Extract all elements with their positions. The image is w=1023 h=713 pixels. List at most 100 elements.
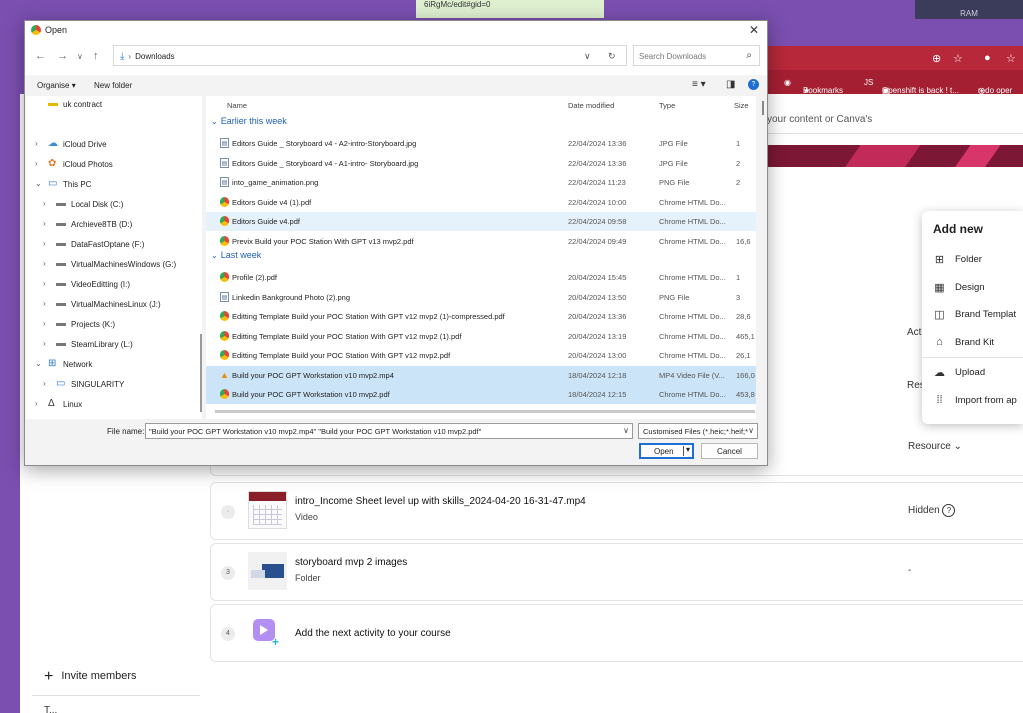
course-row[interactable]: · intro_Income Sheet level up with skill… bbox=[210, 482, 1023, 540]
cancel-button[interactable]: Cancel bbox=[701, 443, 758, 459]
search-downloads-input[interactable]: Search Downloads ⌕ bbox=[633, 45, 760, 66]
add-upload-item[interactable]: ☁ Upload bbox=[922, 359, 1023, 387]
chevron-right-icon[interactable]: › bbox=[35, 399, 38, 408]
course-row[interactable]: 3 storyboard mvp 2 images Folder - bbox=[210, 543, 1023, 601]
view-list-icon[interactable]: ≡ ▾ bbox=[692, 79, 706, 90]
file-row[interactable]: ▲ Build your POC GPT Workstation v10 mvp2… bbox=[206, 365, 756, 385]
forward-arrow-icon[interactable]: → bbox=[57, 50, 68, 62]
chevron-down-icon[interactable]: ⌄ bbox=[35, 359, 42, 368]
file-type-select[interactable]: Customised Files (*.heic;*.heif;* ∨ bbox=[638, 423, 758, 439]
chevron-right-icon[interactable]: › bbox=[43, 379, 46, 388]
refresh-icon[interactable]: ↻ bbox=[608, 51, 616, 62]
chevron-right-icon[interactable]: › bbox=[35, 139, 38, 148]
new-folder-button[interactable]: New folder bbox=[94, 81, 132, 90]
chevron-right-icon[interactable]: › bbox=[43, 219, 46, 228]
file-row[interactable]: Editors Guide v4 (1).pdf 22/04/2024 10:00… bbox=[206, 193, 756, 212]
add-brand-template-item[interactable]: ◫ Brand Templat bbox=[922, 301, 1023, 329]
file-row[interactable]: Editting Template Build your POC Station… bbox=[206, 327, 756, 346]
visibility-status[interactable]: Hidden ? bbox=[908, 504, 956, 517]
open-file-dialog: Open ✕ ← → ∨ ↑ ⤓ › Downloads ∨ ↻ Search Do… bbox=[24, 20, 768, 466]
column-header-size[interactable]: Size bbox=[734, 96, 749, 113]
preview-pane-icon[interactable]: ◨ bbox=[726, 79, 735, 90]
file-date: 20/04/2024 13:00 bbox=[568, 351, 627, 360]
vlc-cone-icon: ▲ bbox=[220, 369, 229, 380]
download-folder-icon: ⤓ bbox=[120, 51, 125, 62]
group-last-week[interactable]: ⌄ Last week bbox=[211, 250, 261, 260]
chevron-down-icon[interactable]: ∨ bbox=[584, 51, 591, 62]
chevron-down-icon[interactable]: ∨ bbox=[623, 426, 629, 435]
column-header-date[interactable]: Date modified bbox=[568, 96, 614, 113]
chevron-right-icon[interactable]: › bbox=[43, 319, 46, 328]
file-row[interactable]: ▤ Linkedin Bankground Photo (2).png 20/04/… bbox=[206, 288, 756, 307]
bookmarks-bar: s ◉ ★ Bookmarks JS ▣ Openshift is back !… bbox=[760, 70, 1023, 94]
folder-plus-icon: ⊞ bbox=[934, 254, 945, 267]
profile-icon[interactable]: ● bbox=[984, 52, 991, 64]
chevron-down-icon[interactable]: ⌄ bbox=[35, 179, 42, 188]
file-date: 22/04/2024 10:00 bbox=[568, 197, 627, 207]
chevron-down-icon[interactable]: ∨ bbox=[748, 426, 754, 435]
dialog-titlebar[interactable]: Open ✕ bbox=[25, 21, 767, 39]
add-activity-label[interactable]: Add the next activity to your course bbox=[295, 628, 451, 639]
open-button[interactable]: Open ▾ bbox=[639, 443, 694, 459]
add-brand-kit-item[interactable]: ⌂ Brand Kit bbox=[922, 329, 1023, 357]
file-name: Build your POC GPT Workstation v10 mvp2.… bbox=[232, 370, 394, 380]
zoom-icon[interactable]: ⊕ bbox=[932, 52, 941, 65]
address-bar[interactable]: ⤓ › Downloads ∨ ↻ bbox=[113, 45, 627, 66]
back-arrow-icon[interactable]: ← bbox=[35, 50, 46, 62]
chevron-right-icon[interactable]: › bbox=[43, 299, 46, 308]
js-icon[interactable]: JS bbox=[864, 78, 873, 87]
file-name: Editting Template Build your POC Station… bbox=[232, 351, 451, 360]
add-folder-item[interactable]: ⊞ Folder bbox=[922, 246, 1023, 274]
row-title[interactable]: intro_Income Sheet level up with skills_… bbox=[295, 496, 586, 507]
column-header-type[interactable]: Type bbox=[659, 96, 675, 113]
column-header-name[interactable]: Name bbox=[227, 96, 247, 113]
file-row[interactable]: Editting Template Build your POC Station… bbox=[206, 346, 756, 365]
star-icon[interactable]: ☆ bbox=[1006, 52, 1016, 65]
chevron-down-icon: ⌄ bbox=[211, 117, 218, 126]
chevron-right-icon[interactable]: › bbox=[43, 279, 46, 288]
file-name-input[interactable]: "Build your POC GPT Workstation v10 mvp2… bbox=[145, 423, 633, 439]
organise-menu[interactable]: Organise ▾ bbox=[37, 81, 76, 90]
file-type: Chrome HTML Do... bbox=[659, 331, 726, 341]
file-name: into_game_animation.png bbox=[232, 178, 319, 187]
image-file-icon: ▤ bbox=[220, 138, 229, 148]
help-circle-icon[interactable]: ? bbox=[942, 504, 956, 517]
chevron-right-icon[interactable]: › bbox=[35, 159, 38, 168]
help-icon[interactable]: ? bbox=[748, 79, 759, 90]
invite-members-button[interactable]: + Invite members bbox=[44, 668, 137, 686]
file-row[interactable]: Editors Guide v4.pdf 22/04/2024 09:58 Chro… bbox=[206, 212, 756, 231]
recent-chevron-icon[interactable]: ∨ bbox=[77, 52, 83, 61]
add-import-item[interactable]: ⁞⁞ Import from ap bbox=[922, 387, 1023, 415]
file-row[interactable]: ▤ into_game_animation.png 22/04/2024 11:23… bbox=[206, 173, 756, 192]
add-activity-row[interactable]: 4 + Add the next activity to your course bbox=[210, 604, 1023, 662]
file-row[interactable]: Profile (2).pdf 20/04/2024 15:45 Chrome HT… bbox=[206, 268, 756, 287]
resource-dropdown[interactable]: Resource ⌄ bbox=[908, 441, 962, 452]
chevron-right-icon[interactable]: › bbox=[43, 339, 46, 348]
close-icon[interactable]: ✕ bbox=[749, 23, 759, 37]
file-type: PNG File bbox=[659, 292, 690, 302]
canva-search-input[interactable]: your content or Canva's bbox=[760, 106, 1023, 134]
add-activity-icon[interactable]: + bbox=[253, 619, 279, 649]
row-title[interactable]: storyboard mvp 2 images bbox=[295, 557, 407, 568]
file-size: 2 bbox=[736, 178, 741, 187]
horizontal-scrollbar[interactable] bbox=[215, 410, 755, 413]
chrome-app-icon[interactable]: ◉ bbox=[784, 78, 791, 87]
file-row[interactable]: Previx Build your POC Station With GPT v… bbox=[206, 232, 756, 251]
file-row[interactable]: ▤ Editors Guide _ Storyboard v4 - A1-intr… bbox=[206, 154, 756, 173]
canva-banner bbox=[760, 145, 1023, 167]
chevron-right-icon[interactable]: › bbox=[43, 199, 46, 208]
add-design-item[interactable]: ▦ Design bbox=[922, 274, 1023, 302]
file-row[interactable]: ▤ Editors Guide _ Storyboard v4 - A2-intr… bbox=[206, 134, 756, 153]
vertical-scrollbar[interactable] bbox=[762, 101, 764, 115]
bookmark-star-icon[interactable]: ☆ bbox=[953, 52, 963, 65]
chevron-right-icon[interactable]: › bbox=[43, 259, 46, 268]
caret-down-icon[interactable]: ▾ bbox=[686, 445, 690, 454]
breadcrumb-downloads[interactable]: Downloads bbox=[135, 52, 175, 61]
chevron-right-icon[interactable]: › bbox=[43, 239, 46, 248]
nav-scrollbar[interactable] bbox=[200, 334, 202, 412]
file-row[interactable]: Build your POC GPT Workstation v10 mvp2.… bbox=[206, 385, 756, 404]
drive-icon: ▬ bbox=[56, 278, 66, 289]
group-earlier-this-week[interactable]: ⌄ Earlier this week bbox=[211, 116, 287, 126]
up-arrow-icon[interactable]: ↑ bbox=[93, 50, 99, 62]
file-row[interactable]: Editting Template Build your POC Station… bbox=[206, 307, 756, 326]
